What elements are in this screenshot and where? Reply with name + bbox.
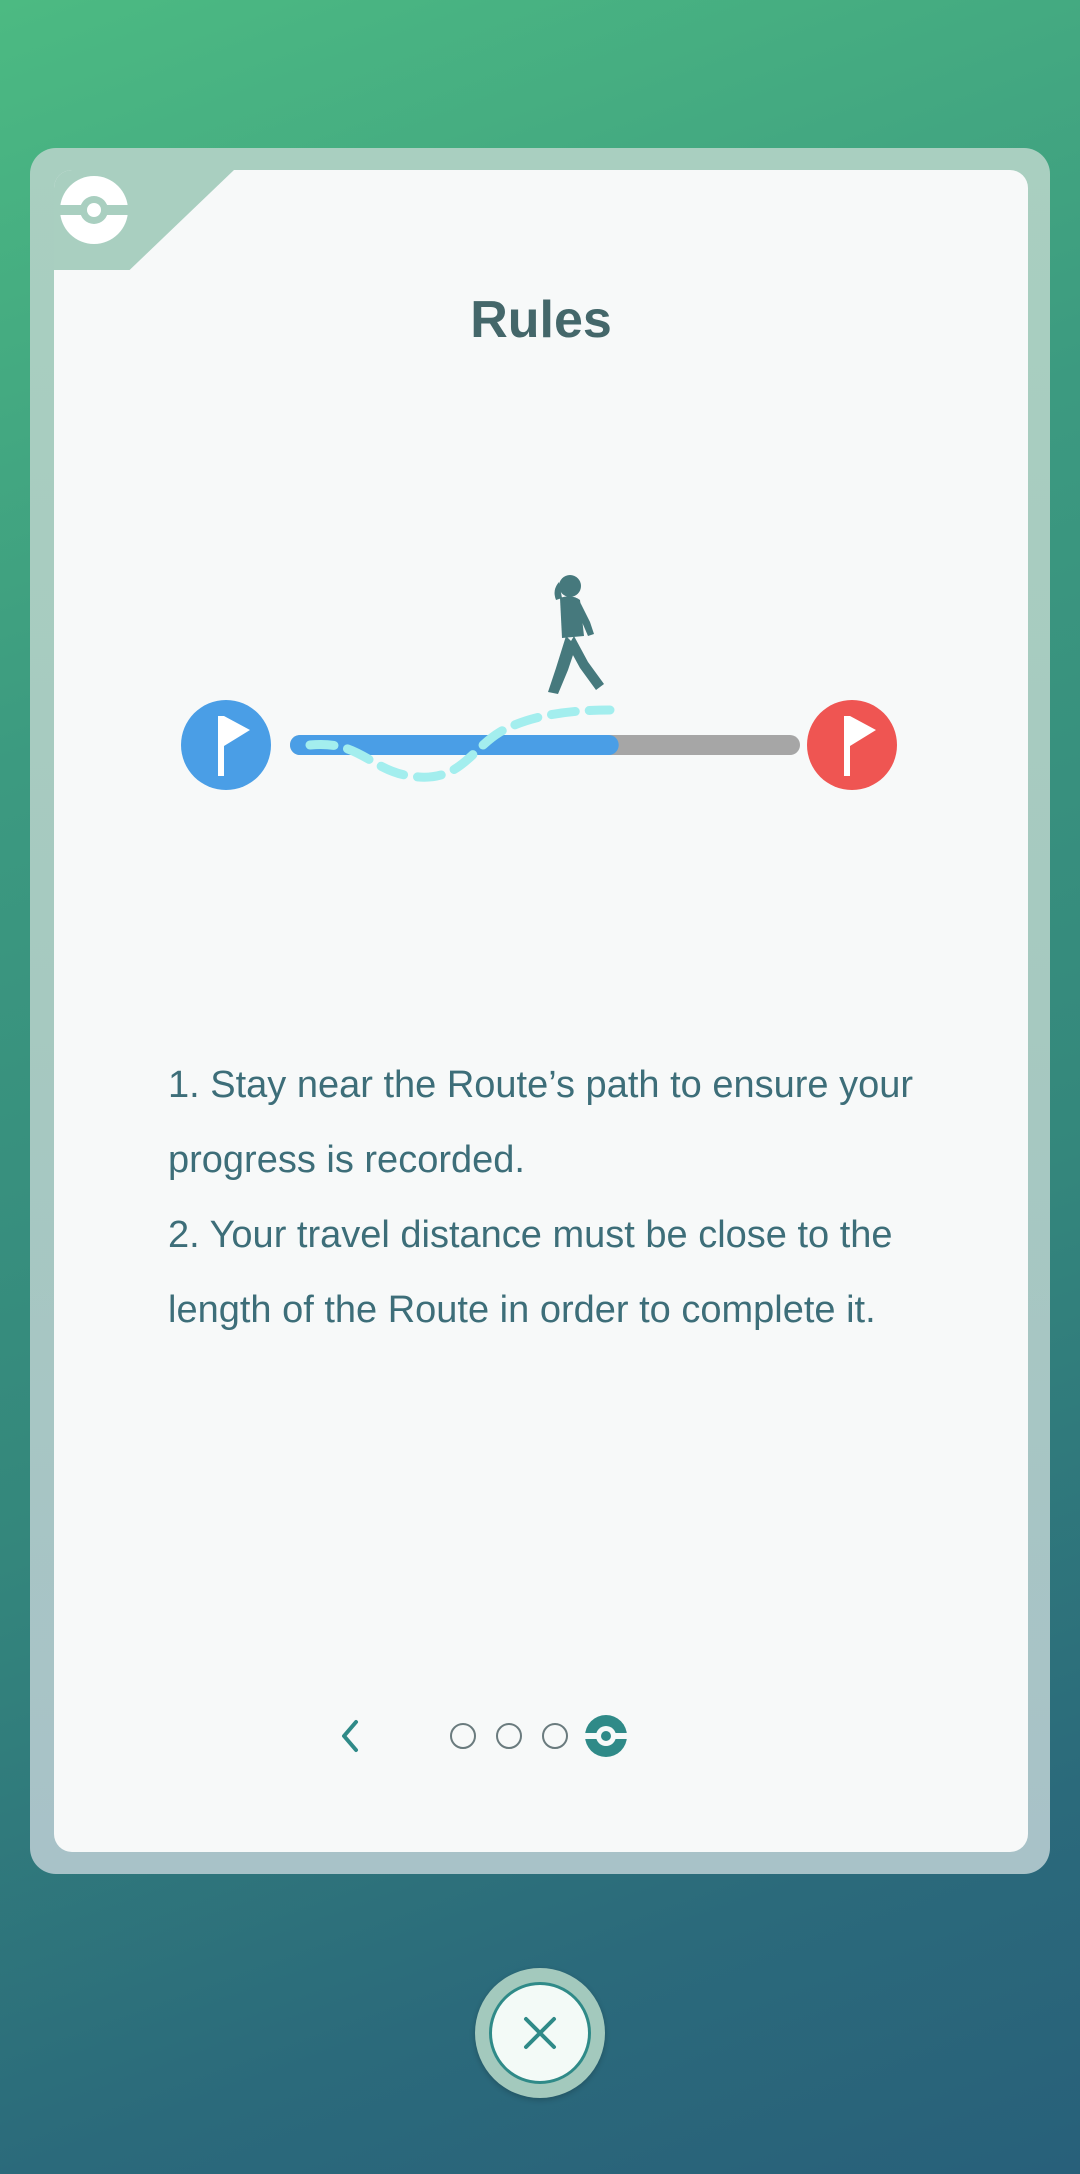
back-button[interactable] <box>330 1706 370 1766</box>
chevron-left-icon <box>342 1720 358 1752</box>
route-illustration <box>181 575 897 790</box>
close-icon <box>524 2017 556 2049</box>
end-flag-icon <box>807 700 897 790</box>
rule-item: 1. Stay near the Route’s path to ensure … <box>168 1064 913 1181</box>
page-dot-active-icon[interactable] <box>584 1714 628 1758</box>
page-title: Rules <box>470 291 612 349</box>
walking-person-icon <box>548 575 604 694</box>
page-indicator <box>330 1706 660 1766</box>
pokeball-icon <box>60 176 128 244</box>
close-button[interactable] <box>489 1982 591 2084</box>
page-dot[interactable] <box>450 1723 476 1749</box>
rules-card <box>54 170 1028 1852</box>
rules-text: 1. Stay near the Route’s path to ensure … <box>168 1048 928 1348</box>
rule-item: 2. Your travel distance must be close to… <box>168 1214 893 1331</box>
page-dot[interactable] <box>542 1723 568 1749</box>
start-flag-icon <box>181 700 271 790</box>
page-dot[interactable] <box>496 1723 522 1749</box>
